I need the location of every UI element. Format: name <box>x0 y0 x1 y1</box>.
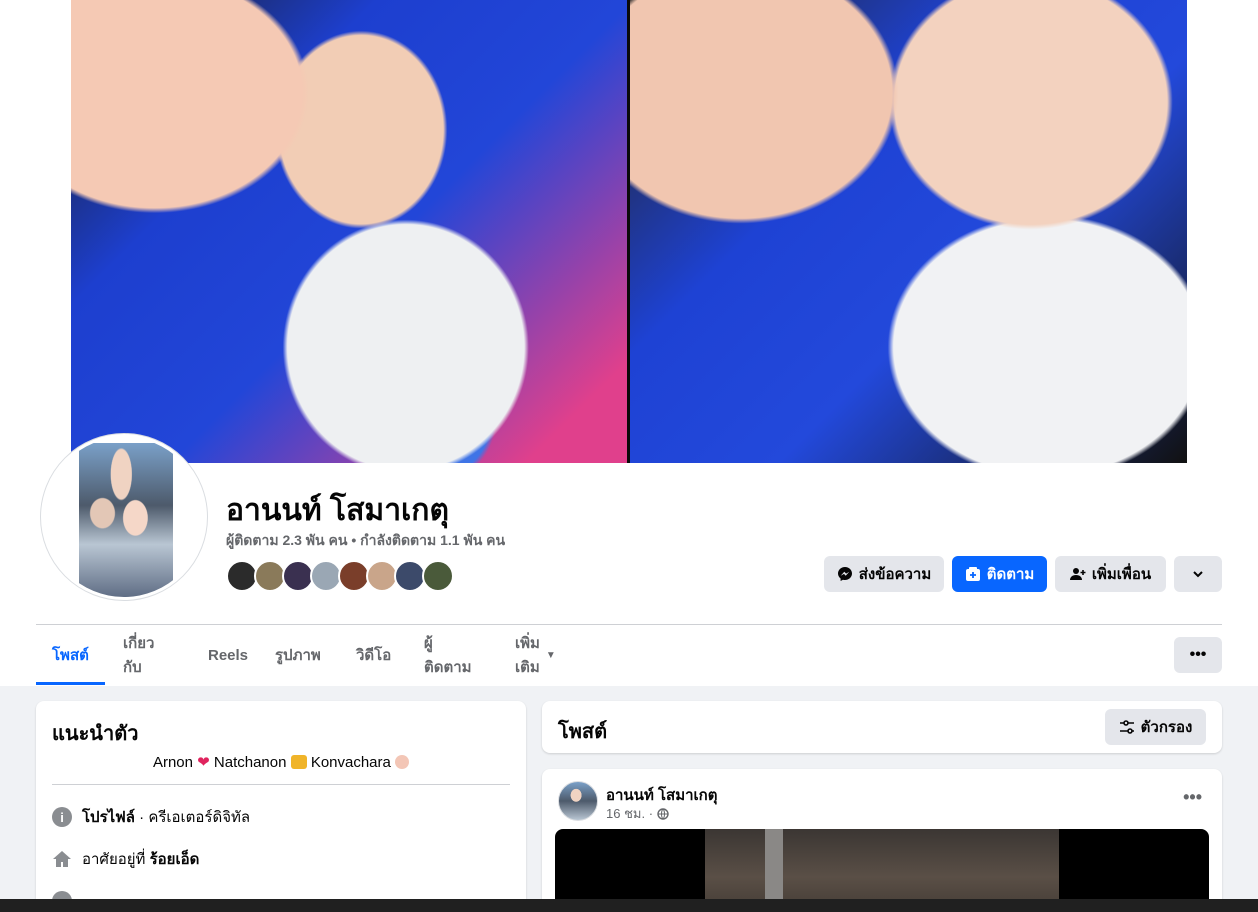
filter-sliders-icon <box>1119 720 1134 734</box>
intro-lives-value[interactable]: ร้อยเอ็ด <box>150 851 200 868</box>
post-options-icon[interactable]: ••• <box>1183 787 1202 808</box>
tab-label: เพิ่มเติม <box>515 635 540 676</box>
cover-photo[interactable] <box>71 0 1187 463</box>
add-friend-icon <box>1069 568 1086 580</box>
intro-card: แนะนำตัว Arnon ❤ Natchanon Konvachara i … <box>36 701 526 912</box>
intro-profile-type: i โปรไฟล์ · ครีเอเตอร์ดิจิทัล <box>52 805 250 829</box>
add-friend-button[interactable]: เพิ่มเพื่อน <box>1055 556 1166 592</box>
baby-icon <box>395 755 410 769</box>
follow-button[interactable]: ติดตาม <box>952 556 1047 592</box>
tab-reels[interactable]: Reels <box>192 625 264 685</box>
intro-profile-value: · ครีเอเตอร์ดิจิทัล <box>135 809 251 826</box>
intro-separator <box>52 784 510 785</box>
tab-label: โพสต์ <box>52 647 89 664</box>
intro-bio: Arnon ❤ Natchanon Konvachara <box>36 753 526 771</box>
tab-videos[interactable]: วิดีโอ <box>340 625 407 685</box>
home-icon <box>53 851 71 867</box>
bio-text: Natchanon <box>213 754 287 771</box>
cover-photo-left-image <box>71 0 629 463</box>
globe-icon <box>657 807 669 820</box>
friend-avatar[interactable] <box>422 560 454 592</box>
intro-lives-prefix: อาศัยอยู่ที่ <box>82 851 150 868</box>
tab-followers[interactable]: ผู้ติดตาม <box>408 625 488 685</box>
tab-about[interactable]: เกี่ยวกับ <box>107 625 170 685</box>
family-icon <box>290 755 307 769</box>
add-friend-button-label: เพิ่มเพื่อน <box>1091 566 1152 583</box>
follow-button-label: ติดตาม <box>986 566 1035 583</box>
os-taskbar <box>0 899 1258 912</box>
tab-label: ผู้ติดตาม <box>424 635 472 676</box>
more-actions-button[interactable] <box>1174 556 1222 592</box>
post-timestamp[interactable]: 16 ชม. · <box>606 803 653 824</box>
bio-text: Arnon <box>152 754 193 771</box>
post-card: อานนท์ โสมาเกตุ 16 ชม. · ••• <box>542 769 1222 912</box>
tab-photos[interactable]: รูปภาพ <box>259 625 337 685</box>
messenger-icon <box>837 567 852 581</box>
filter-button[interactable]: ตัวกรอง <box>1105 709 1206 745</box>
message-button[interactable]: ส่งข้อความ <box>824 556 944 592</box>
tab-posts[interactable]: โพสต์ <box>36 625 105 685</box>
tab-more[interactable]: เพิ่มเติม ▼ <box>499 625 572 685</box>
profile-picture[interactable] <box>44 437 204 597</box>
cover-photo-divider <box>627 0 630 463</box>
cover-photo-right-image <box>629 0 1187 463</box>
tabs-more-options-button[interactable]: ••• <box>1174 637 1222 673</box>
intro-profile-label: โปรไฟล์ <box>82 809 135 826</box>
chevron-down-icon <box>1193 571 1203 578</box>
tab-label: วิดีโอ <box>356 647 392 664</box>
profile-name: อานนท์ โสมาเกตุ <box>226 494 449 527</box>
post-meta: 16 ชม. · <box>606 803 669 824</box>
filter-button-label: ตัวกรอง <box>1140 719 1193 736</box>
tab-label: เกี่ยวกับ <box>123 635 155 676</box>
follow-plus-icon <box>965 567 980 581</box>
tab-label: Reels <box>208 646 249 664</box>
posts-title: โพสต์ <box>558 721 608 743</box>
info-icon: i <box>52 807 72 827</box>
post-author-avatar[interactable] <box>558 781 598 821</box>
intro-title: แนะนำตัว <box>52 723 139 745</box>
tab-label: รูปภาพ <box>275 647 321 664</box>
profile-follow-stats[interactable]: ผู้ติดตาม 2.3 พัน คน • กำลังติดตาม 1.1 พ… <box>226 530 505 552</box>
caret-down-icon: ▼ <box>545 649 556 661</box>
intro-lives-in: อาศัยอยู่ที่ ร้อยเอ็ด <box>52 847 199 871</box>
ellipsis-icon: ••• <box>1189 646 1207 663</box>
posts-header-card: โพสต์ ตัวกรอง <box>542 701 1222 753</box>
message-button-label: ส่งข้อความ <box>858 566 932 583</box>
profile-picture-image <box>79 443 173 597</box>
heart-icon: ❤ <box>197 754 210 771</box>
bio-text: Konvachara <box>310 754 391 771</box>
